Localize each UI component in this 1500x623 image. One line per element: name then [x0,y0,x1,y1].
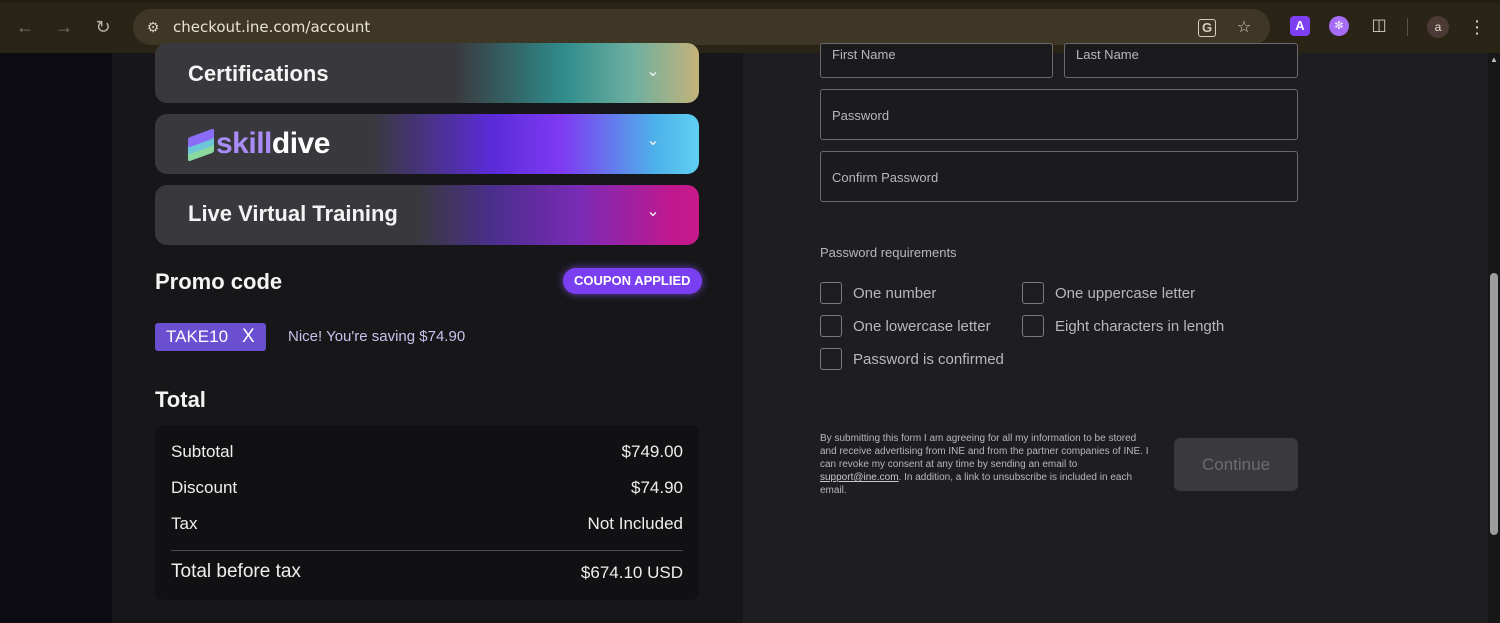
last-name-field[interactable]: Last Name [1064,43,1298,78]
promo-code-heading: Promo code [155,269,283,294]
confirm-password-placeholder: Confirm Password [832,170,939,185]
reload-icon[interactable]: ↻ [90,14,116,40]
continue-button[interactable]: Continue [1174,438,1298,491]
skilldive-mark-icon [188,128,214,162]
password-field[interactable]: Password [820,89,1298,140]
page-scrollbar[interactable]: ▲ [1488,53,1500,623]
profile-avatar[interactable]: a [1427,16,1449,38]
tab-strip [0,0,1500,3]
extension-a-icon[interactable]: A [1290,16,1310,36]
consent-legal-text: By submitting this form I am agreeing fo… [820,433,1149,496]
requirement-checkbox [820,348,842,370]
requirement-checkbox [820,282,842,304]
password-placeholder: Password [832,108,890,123]
requirement-one-number: One number [820,282,936,304]
row-label: Discount [171,478,238,497]
scroll-up-arrow-icon[interactable]: ▲ [1490,56,1498,64]
row-label: Total before tax [171,561,301,582]
requirement-label: One uppercase letter [1055,284,1196,302]
first-name-field[interactable]: First Name [820,43,1053,78]
chevron-down-icon[interactable]: ⌄ [643,131,663,151]
support-email-link[interactable]: support@ine.com [820,472,899,483]
page: Certifications ⌄ skilldive ⌄ Live Virtua… [0,43,1488,623]
row-value: $674.10 USD [580,563,683,582]
total-divider [171,550,683,551]
requirement-eight-characters: Eight characters in length [1022,315,1224,337]
promo-code-value: TAKE10 [166,327,229,346]
row-label: Subtotal [171,442,234,461]
password-requirements-title: Password requirements [820,245,957,260]
requirement-checkbox [820,315,842,337]
first-name-placeholder: First Name [832,47,896,62]
total-summary-box: Subtotal $749.00 Discount $74.90 Tax Not… [155,425,699,600]
coupon-applied-badge: COUPON APPLIED [563,268,702,294]
row-label: Tax [171,514,198,533]
skilldive-wordmark: skilldive [216,127,330,160]
chevron-down-icon[interactable]: ⌄ [643,202,663,222]
requirement-label: Password is confirmed [853,350,1004,368]
bookmark-star-icon[interactable]: ☆ [1233,17,1255,39]
promo-code-chip: TAKE10 X [155,323,266,351]
browser-menu-icon[interactable]: ⋮ [1468,14,1486,40]
requirement-label: Eight characters in length [1055,317,1225,335]
remove-promo-icon[interactable]: X [242,323,255,351]
skilldive-logo: skilldive [188,126,330,162]
requirement-password-confirmed: Password is confirmed [820,348,1004,370]
scroll-thumb[interactable] [1490,273,1498,535]
chevron-down-icon[interactable]: ⌄ [643,62,663,82]
requirement-checkbox [1022,315,1044,337]
address-bar[interactable]: ⚙ checkout.ine.com/account G ☆ [133,9,1270,45]
extensions-puzzle-icon[interactable]: ◫ [1369,16,1389,36]
requirement-one-lowercase: One lowercase letter [820,315,991,337]
accordion-title: Certifications [188,61,329,86]
extension-swirl-icon[interactable]: ✼ [1329,16,1349,36]
requirement-label: One lowercase letter [853,317,991,335]
savings-note: Nice! You're saving $74.90 [288,328,466,345]
toolbar-divider [1407,18,1408,36]
account-form-panel: First Name Last Name Password Confirm Pa… [743,43,1488,623]
row-value: $749.00 [621,442,683,461]
confirm-password-field[interactable]: Confirm Password [820,151,1298,202]
forward-arrow-icon[interactable]: → [51,14,77,40]
requirement-label: One number [853,284,937,302]
total-heading: Total [155,387,206,412]
requirement-one-uppercase: One uppercase letter [1022,282,1195,304]
translate-icon[interactable]: G [1198,19,1216,37]
last-name-placeholder: Last Name [1076,47,1139,62]
row-value: Not Included [587,514,683,533]
accordion-skilldive[interactable]: skilldive ⌄ [155,114,699,174]
accordion-live-virtual-training[interactable]: Live Virtual Training ⌄ [155,185,699,245]
accordion-certifications[interactable]: Certifications ⌄ [155,43,699,103]
site-settings-icon[interactable]: ⚙ [143,17,163,37]
requirement-checkbox [1022,282,1044,304]
address-url[interactable]: checkout.ine.com/account [173,18,370,36]
accordion-title: Live Virtual Training [188,201,398,226]
back-arrow-icon[interactable]: ← [12,14,38,40]
row-value: $74.90 [631,478,683,497]
order-summary-panel: Certifications ⌄ skilldive ⌄ Live Virtua… [112,43,743,623]
